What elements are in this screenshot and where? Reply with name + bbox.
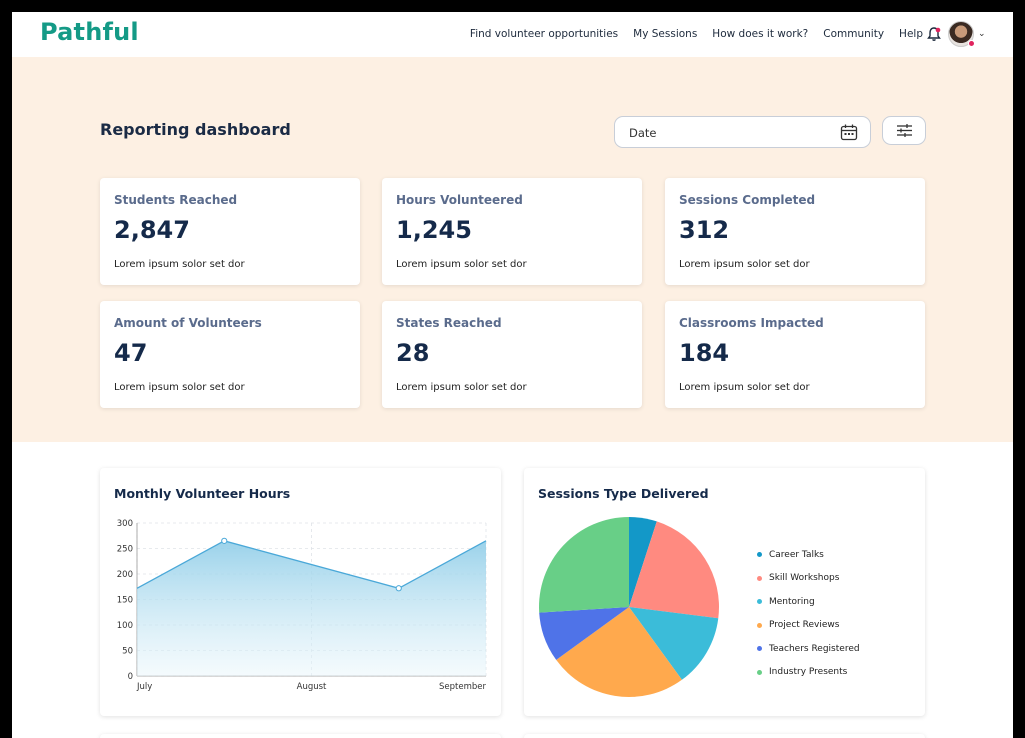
- stat-value: 47: [114, 339, 148, 367]
- x-tick-label: August: [297, 682, 327, 692]
- stat-card-hours-volunteered: Hours Volunteered 1,245 Lorem ipsum solo…: [382, 178, 642, 285]
- pie-slice: [539, 517, 629, 613]
- pathful-logo[interactable]: Pathful: [40, 18, 139, 46]
- stat-card-students-reached: Students Reached 2,847 Lorem ipsum solor…: [100, 178, 360, 285]
- y-tick-label: 50: [122, 647, 133, 657]
- stat-label: Classrooms Impacted: [679, 316, 824, 330]
- top-nav: Pathful Find volunteer opportunities My …: [12, 12, 1013, 57]
- y-tick-label: 100: [117, 621, 133, 631]
- filter-button[interactable]: [882, 116, 926, 145]
- stat-value: 312: [679, 216, 730, 244]
- stat-label: States Reached: [396, 316, 502, 330]
- stat-label: Hours Volunteered: [396, 193, 523, 207]
- stat-value: 184: [679, 339, 730, 367]
- nav-links: Find volunteer opportunities My Sessions…: [470, 28, 923, 40]
- stat-description: Lorem ipsum solor set dor: [396, 259, 527, 270]
- y-tick-label: 200: [117, 570, 133, 580]
- app-window: Pathful Find volunteer opportunities My …: [12, 12, 1013, 738]
- stat-value: 1,245: [396, 216, 472, 244]
- stat-label: Students Reached: [114, 193, 238, 207]
- date-label: Date: [629, 126, 657, 140]
- legend-swatch: [757, 646, 762, 652]
- legend-label: Teachers Registered: [769, 643, 860, 654]
- legend-item: Mentoring: [757, 590, 860, 614]
- stat-description: Lorem ipsum solor set dor: [114, 382, 245, 393]
- stat-card-sessions-completed: Sessions Completed 312 Lorem ipsum solor…: [665, 178, 925, 285]
- stat-description: Lorem ipsum solor set dor: [114, 259, 245, 270]
- stat-card-states-reached: States Reached 28 Lorem ipsum solor set …: [382, 301, 642, 408]
- legend-label: Skill Workshops: [769, 573, 840, 584]
- next-card-right: [524, 734, 925, 738]
- nav-how-does-it-work[interactable]: How does it work?: [712, 28, 808, 40]
- stat-description: Lorem ipsum solor set dor: [679, 382, 810, 393]
- legend-swatch: [757, 552, 762, 558]
- legend-item: Skill Workshops: [757, 567, 860, 591]
- bell-icon[interactable]: [926, 26, 942, 42]
- next-card-left: [100, 734, 501, 738]
- pie-chart: [539, 517, 719, 697]
- legend-swatch: [757, 669, 762, 675]
- legend-label: Industry Presents: [769, 667, 848, 678]
- legend-label: Mentoring: [769, 596, 815, 607]
- legend-item: Project Reviews: [757, 614, 860, 638]
- pie-legend: Career Talks Skill Workshops Mentoring Proj…: [757, 543, 860, 684]
- monthly-volunteer-hours-card: Monthly Volunteer Hours 0 50 100 150 200 250 3…: [100, 468, 501, 716]
- chevron-down-icon[interactable]: ⌄: [978, 29, 986, 39]
- stat-label: Amount of Volunteers: [114, 316, 262, 330]
- legend-swatch: [757, 622, 762, 628]
- date-picker[interactable]: Date: [614, 116, 871, 148]
- stat-description: Lorem ipsum solor set dor: [396, 382, 527, 393]
- sessions-type-delivered-card: Sessions Type Delivered Career Talks Skil…: [524, 468, 925, 716]
- data-point: [395, 585, 402, 592]
- x-tick-label: July: [136, 682, 152, 692]
- legend-swatch: [757, 599, 762, 605]
- nav-my-sessions[interactable]: My Sessions: [633, 28, 697, 40]
- stat-description: Lorem ipsum solor set dor: [679, 259, 810, 270]
- y-tick-label: 250: [117, 545, 133, 555]
- x-tick-label: September: [439, 682, 486, 692]
- stat-value: 2,847: [114, 216, 190, 244]
- status-dot: [968, 40, 975, 47]
- legend-item: Industry Presents: [757, 661, 860, 685]
- stat-label: Sessions Completed: [679, 193, 816, 207]
- y-tick-label: 0: [128, 672, 133, 682]
- legend-label: Career Talks: [769, 549, 824, 560]
- y-tick-label: 300: [117, 519, 133, 529]
- legend-item: Career Talks: [757, 543, 860, 567]
- nav-community[interactable]: Community: [823, 28, 884, 40]
- calendar-icon[interactable]: [840, 124, 858, 141]
- y-tick-label: 150: [117, 596, 133, 606]
- area-chart: 0 50 100 150 200 250 300 July August September: [117, 519, 487, 692]
- stat-card-classrooms-impacted: Classrooms Impacted 184 Lorem ipsum solo…: [665, 301, 925, 408]
- nav-help[interactable]: Help: [899, 28, 923, 40]
- legend-swatch: [757, 575, 762, 581]
- stat-value: 28: [396, 339, 430, 367]
- stat-card-amount-of-volunteers: Amount of Volunteers 47 Lorem ipsum solo…: [100, 301, 360, 408]
- data-point: [221, 537, 228, 544]
- page-title: Reporting dashboard: [100, 120, 291, 139]
- legend-label: Project Reviews: [769, 620, 840, 631]
- nav-find-volunteer-opportunities[interactable]: Find volunteer opportunities: [470, 28, 618, 40]
- sliders-icon: [897, 124, 912, 137]
- legend-item: Teachers Registered: [757, 637, 860, 661]
